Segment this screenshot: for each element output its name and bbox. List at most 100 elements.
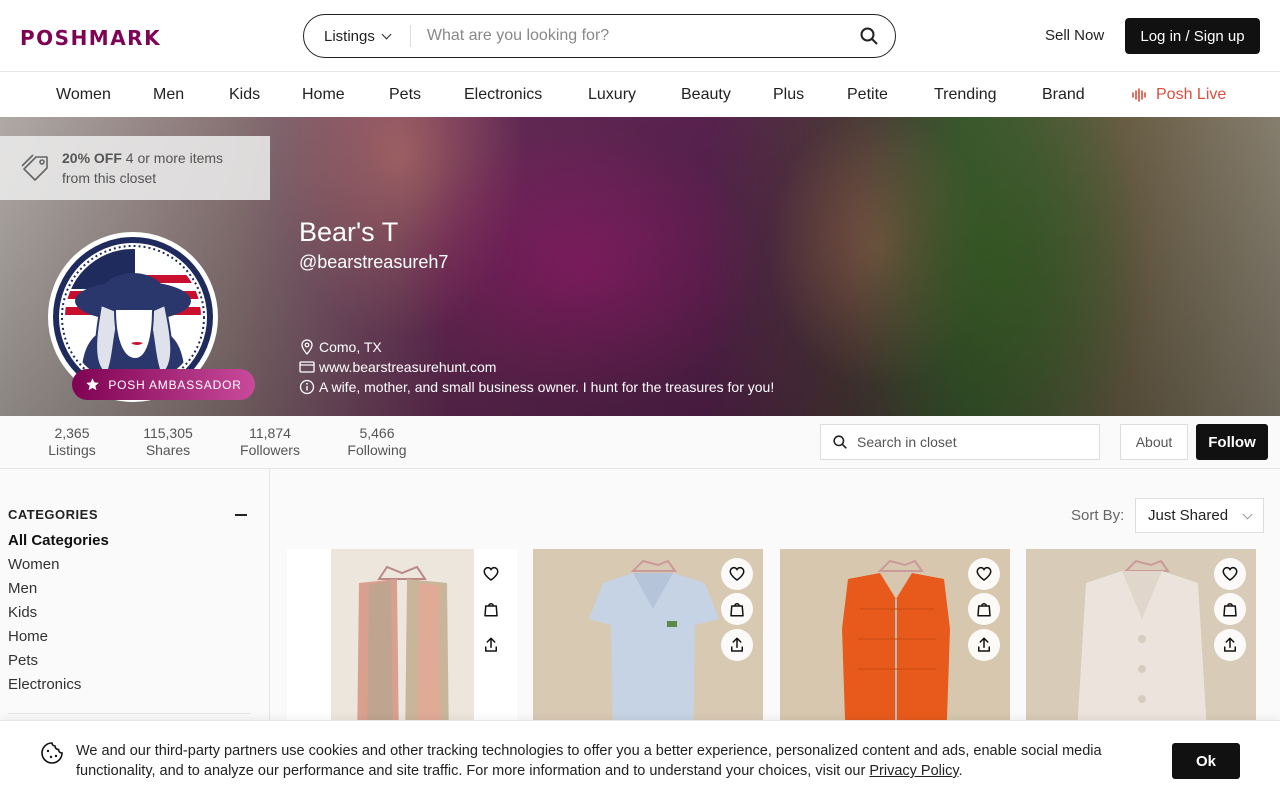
shopping-bag-icon: [1223, 603, 1237, 617]
nav-item-pets[interactable]: Pets: [389, 86, 421, 104]
location-line: Como, TX: [299, 339, 382, 355]
login-signup-button[interactable]: Log in / Sign up: [1125, 18, 1260, 54]
category-pets[interactable]: Pets: [8, 652, 38, 669]
search-type-dropdown[interactable]: Listings: [304, 25, 411, 47]
add-to-bundle-button[interactable]: [1214, 593, 1246, 625]
bio-text: A wife, mother, and small business owner…: [319, 379, 775, 395]
category-electronics[interactable]: Electronics: [8, 676, 81, 693]
collapse-minus-icon[interactable]: [235, 514, 247, 516]
category-men[interactable]: Men: [8, 580, 37, 597]
heart-icon: [729, 566, 745, 581]
nav-item-posh-live[interactable]: Posh Live: [1132, 86, 1226, 104]
listing-card[interactable]: [287, 549, 517, 749]
like-button[interactable]: [968, 558, 1000, 590]
follow-button[interactable]: Follow: [1196, 424, 1268, 460]
nav-item-petite[interactable]: Petite: [847, 86, 888, 104]
search-bar: Listings: [303, 14, 896, 58]
share-icon: [485, 637, 497, 652]
cookie-ok-button[interactable]: Ok: [1172, 743, 1240, 779]
stat-value: 115,305: [143, 425, 193, 441]
sell-now-link[interactable]: Sell Now: [1045, 27, 1104, 44]
promo-bold: 20% OFF: [62, 150, 122, 166]
category-women[interactable]: Women: [8, 556, 59, 573]
stat-label: Listings: [48, 442, 96, 458]
search-icon: [833, 435, 847, 449]
nav-item-men[interactable]: Men: [153, 86, 184, 104]
website-link[interactable]: www.bearstreasurehunt.com: [319, 359, 496, 375]
chevron-down-icon: [1242, 509, 1253, 520]
website-line: www.bearstreasurehunt.com: [299, 359, 496, 375]
search-input[interactable]: [410, 27, 843, 45]
nav-item-luxury[interactable]: Luxury: [588, 86, 636, 104]
category-nav: Women Men Kids Home Pets Electronics Lux…: [0, 73, 1280, 117]
browser-window-icon: [299, 361, 315, 373]
add-to-bundle-button[interactable]: [968, 593, 1000, 625]
search-button[interactable]: [843, 15, 895, 57]
live-waveform-icon: [1132, 88, 1146, 102]
closet-banner: 20% OFF 4 or more items from this closet: [0, 117, 1280, 416]
share-button[interactable]: [1214, 629, 1246, 661]
search-icon: [860, 27, 878, 45]
listing-card[interactable]: [780, 549, 1010, 749]
listing-card[interactable]: [1026, 549, 1256, 749]
stat-shares[interactable]: 115,305 Shares: [140, 425, 196, 459]
nav-item-plus[interactable]: Plus: [773, 86, 804, 104]
nav-item-beauty[interactable]: Beauty: [681, 86, 731, 104]
nav-item-home[interactable]: Home: [302, 86, 345, 104]
heart-icon: [976, 566, 992, 581]
stat-value: 11,874: [249, 425, 291, 441]
about-button[interactable]: About: [1120, 424, 1188, 460]
cookie-icon: [41, 742, 63, 764]
cookie-banner: We and our third-party partners use cook…: [0, 720, 1280, 800]
stat-listings[interactable]: 2,365 Listings: [48, 425, 96, 459]
closet-name: Bear's T: [299, 217, 399, 247]
nav-item-brand[interactable]: Brand: [1042, 86, 1085, 104]
stat-following[interactable]: 5,466 Following: [345, 425, 409, 459]
posh-live-label: Posh Live: [1156, 86, 1227, 103]
stat-label: Following: [347, 442, 407, 458]
sort-select[interactable]: Just Shared: [1135, 498, 1264, 533]
poshmark-logo[interactable]: POSHMARK: [20, 26, 161, 50]
category-all[interactable]: All Categories: [8, 532, 109, 549]
category-kids[interactable]: Kids: [8, 604, 37, 621]
nav-item-electronics[interactable]: Electronics: [464, 86, 542, 104]
shopping-bag-icon: [730, 603, 744, 617]
bio-line: A wife, mother, and small business owner…: [299, 379, 774, 395]
cookie-text-end: .: [958, 763, 963, 779]
sort-label: Sort By:: [1071, 507, 1125, 524]
nav-item-kids[interactable]: Kids: [229, 86, 260, 104]
like-button[interactable]: [475, 558, 507, 590]
heart-icon: [483, 566, 499, 581]
posh-ambassador-badge[interactable]: POSH AMBASSADOR: [72, 369, 255, 400]
share-button[interactable]: [475, 629, 507, 661]
info-icon: [299, 379, 315, 395]
cookie-message: We and our third-party partners use cook…: [76, 741, 1151, 781]
nav-item-women[interactable]: Women: [56, 86, 111, 104]
share-button[interactable]: [968, 629, 1000, 661]
add-to-bundle-button[interactable]: [721, 593, 753, 625]
stat-label: Shares: [145, 442, 191, 458]
location-pin-icon: [301, 339, 313, 355]
stat-label: Followers: [240, 442, 300, 458]
sort-value: Just Shared: [1148, 507, 1229, 524]
bundle-discount-promo: 20% OFF 4 or more items from this closet: [0, 136, 270, 200]
share-icon: [731, 637, 743, 652]
category-home[interactable]: Home: [8, 628, 48, 645]
like-button[interactable]: [721, 558, 753, 590]
stat-value: 2,365: [54, 425, 90, 441]
closet-handle: @bearstreasureh7: [299, 252, 449, 272]
like-button[interactable]: [1214, 558, 1246, 590]
search-type-label: Listings: [324, 27, 375, 45]
share-icon: [1224, 637, 1236, 652]
closet-search-input[interactable]: [857, 434, 1077, 450]
nav-item-trending[interactable]: Trending: [934, 86, 997, 104]
share-button[interactable]: [721, 629, 753, 661]
privacy-policy-link[interactable]: Privacy Policy: [869, 763, 958, 779]
shopping-bag-icon: [484, 603, 498, 617]
listing-card[interactable]: [533, 549, 763, 749]
header: POSHMARK Listings Sell Now Log in / Sign…: [0, 0, 1280, 72]
promo-text: 20% OFF 4 or more items from this closet: [62, 148, 252, 188]
add-to-bundle-button[interactable]: [475, 593, 507, 625]
closet-search: [820, 424, 1100, 460]
stat-followers[interactable]: 11,874 Followers: [238, 425, 302, 459]
